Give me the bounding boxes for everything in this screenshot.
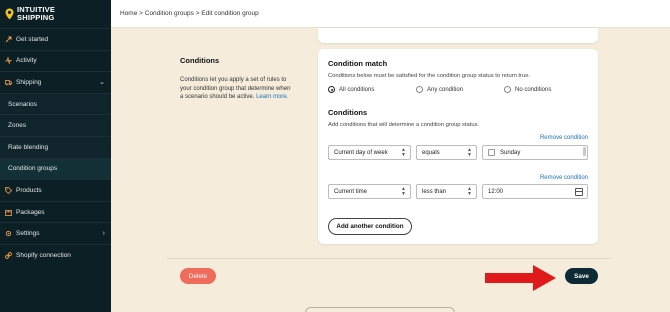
previous-card: [318, 28, 598, 43]
sidebar-item-condition-groups[interactable]: Condition groups: [0, 157, 111, 180]
radio-unselected-icon: [504, 86, 511, 93]
sidebar-item-label: Packages: [16, 208, 45, 216]
sidebar-item-label: Get started: [16, 35, 49, 43]
select-arrows-icon: ▲ ▼: [401, 147, 406, 158]
radio-no-conditions[interactable]: No conditions: [504, 86, 551, 93]
condition-match-description: Conditions below must be satisfied for t…: [328, 73, 531, 79]
truck-icon: [5, 79, 12, 86]
select-value: less than: [422, 188, 447, 195]
checkbox[interactable]: [488, 149, 495, 156]
checkbox-label: Sunday: [500, 149, 521, 156]
divider: [167, 258, 611, 259]
select-arrows-icon: ▲ ▼: [467, 147, 472, 158]
sidebar-item-rate-blending[interactable]: Rate blending: [0, 135, 111, 158]
condition-field-select[interactable]: Current day of week ▲ ▼: [328, 145, 411, 160]
tag-icon: [5, 187, 12, 194]
conditions-section-info: Conditions Conditions let you apply a se…: [180, 56, 292, 102]
rocket-icon: [5, 36, 12, 43]
calendar-icon[interactable]: [575, 188, 583, 196]
sidebar-item-label: Scenarios: [8, 100, 37, 108]
sidebar-item-label: Rate blending: [8, 143, 49, 151]
sidebar-item-label: Shipping: [16, 78, 42, 86]
sidebar-item-label: Settings: [16, 230, 40, 238]
sidebar-item-label: Shopify connection: [16, 251, 71, 259]
sidebar-item-label: Activity: [16, 57, 37, 65]
sidebar-item-zones[interactable]: Zones: [0, 114, 111, 136]
sidebar-item-settings[interactable]: Settings ›: [0, 222, 111, 244]
sidebar-item-activity[interactable]: Activity: [0, 49, 111, 72]
time-value: 12:00: [488, 188, 504, 195]
activity-icon: [5, 57, 12, 65]
sidebar-item-label: Products: [16, 186, 42, 194]
radio-label: No conditions: [515, 86, 552, 93]
remove-condition-link[interactable]: Remove condition: [540, 135, 588, 141]
radio-any-condition[interactable]: Any condition: [416, 86, 463, 93]
gear-icon: [5, 230, 12, 237]
select-arrows-icon: ▲ ▼: [401, 186, 406, 197]
sidebar: INTUITIVE SHIPPING Get started Activity …: [0, 0, 111, 312]
sidebar-item-products[interactable]: Products: [0, 179, 111, 201]
radio-label: All conditions: [339, 86, 375, 93]
breadcrumb[interactable]: Home > Condition groups > Edit condition…: [120, 10, 259, 17]
section-description: Conditions let you apply a set of rules …: [180, 76, 292, 102]
arrow-annotation-icon: [485, 265, 556, 291]
radio-selected-icon: [328, 86, 335, 93]
brand-name: INTUITIVE SHIPPING: [17, 6, 55, 22]
link-icon: [5, 251, 12, 259]
sidebar-item-packages[interactable]: Packages: [0, 200, 111, 223]
package-icon: [5, 209, 12, 216]
remove-condition-link[interactable]: Remove condition: [540, 175, 588, 181]
select-value: Current day of week: [334, 149, 388, 156]
condition-value-multiselect[interactable]: Sunday: [482, 145, 588, 160]
condition-field-select[interactable]: Current time ▲ ▼: [328, 184, 411, 199]
bottom-partial-button[interactable]: [305, 307, 455, 312]
sidebar-item-shipping[interactable]: Shipping ⌄: [0, 71, 111, 93]
brand-line-2: SHIPPING: [17, 13, 55, 22]
location-pin-icon: [5, 8, 14, 20]
radio-label: Any condition: [427, 86, 464, 93]
radio-all-conditions[interactable]: All conditions: [328, 86, 374, 93]
section-title: Conditions: [180, 56, 220, 65]
sidebar-item-label: Condition groups: [8, 165, 58, 173]
select-arrows-icon: ▲ ▼: [467, 186, 472, 197]
scrollbar[interactable]: [583, 147, 586, 156]
condition-operator-select[interactable]: less than ▲ ▼: [416, 184, 477, 199]
condition-operator-select[interactable]: equals ▲ ▼: [416, 145, 477, 160]
sidebar-item-scenarios[interactable]: Scenarios: [0, 92, 111, 115]
top-bar: Home > Condition groups > Edit condition…: [111, 0, 670, 28]
conditions-card: Condition match Conditions below must be…: [318, 49, 598, 244]
select-value: Current time: [334, 188, 368, 195]
save-button[interactable]: Save: [565, 268, 598, 284]
chevron-down-icon: ⌄: [99, 79, 105, 87]
sidebar-item-get-started[interactable]: Get started: [0, 28, 111, 50]
condition-time-input[interactable]: 12:00: [482, 184, 588, 199]
condition-match-title: Condition match: [328, 59, 388, 68]
chevron-right-icon: ›: [102, 230, 105, 238]
sidebar-item-label: Zones: [8, 122, 27, 130]
learn-more-link[interactable]: Learn more.: [256, 94, 288, 100]
conditions-description: Add conditions that will determine a con…: [328, 122, 480, 128]
radio-unselected-icon: [416, 86, 423, 93]
delete-button[interactable]: Delete: [180, 268, 216, 284]
select-value: equals: [422, 149, 440, 156]
brand-logo[interactable]: INTUITIVE SHIPPING: [0, 0, 111, 28]
conditions-title: Conditions: [328, 108, 368, 117]
add-condition-button[interactable]: Add another condition: [328, 218, 412, 235]
sidebar-item-shopify-connection[interactable]: Shopify connection: [0, 243, 111, 266]
